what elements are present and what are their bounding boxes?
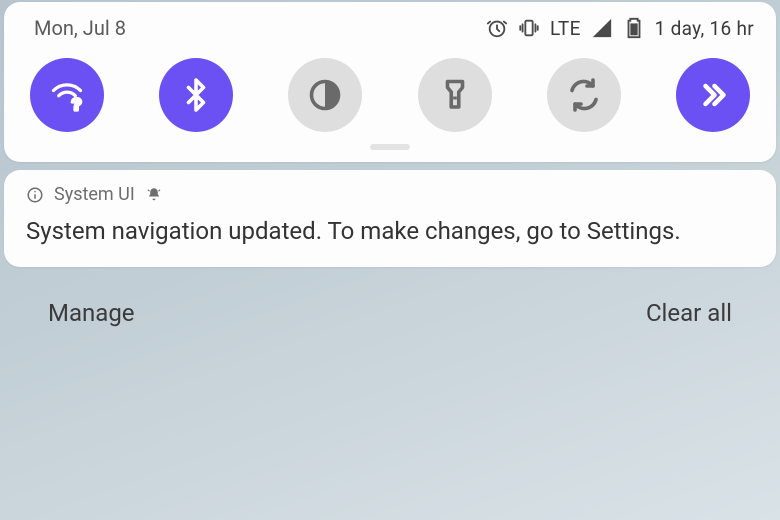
half-circle-icon — [307, 77, 343, 113]
wifi-question-icon: ? — [49, 77, 85, 113]
qs-autorotate-tile[interactable] — [547, 58, 621, 132]
battery-estimate: 1 day, 16 hr — [655, 17, 754, 40]
quick-settings-panel: Mon, Jul 8 LTE 1 day, 16 hr ? — [4, 2, 776, 162]
status-date: Mon, Jul 8 — [34, 16, 126, 40]
qs-more-tile[interactable] — [676, 58, 750, 132]
qs-wifi-tile[interactable]: ? — [30, 58, 104, 132]
status-bar: Mon, Jul 8 LTE 1 day, 16 hr — [4, 2, 776, 44]
notification-header: System UI — [26, 184, 754, 205]
quick-settings-tiles: ? — [4, 44, 776, 140]
info-icon — [26, 186, 44, 204]
notification-body: System navigation updated. To make chang… — [26, 215, 754, 247]
status-icons: LTE 1 day, 16 hr — [486, 17, 754, 40]
network-type: LTE — [550, 17, 581, 40]
bell-alert-icon — [145, 186, 163, 204]
notification-card[interactable]: System UI System navigation updated. To … — [4, 170, 776, 267]
rotate-sync-icon — [566, 77, 602, 113]
vibrate-icon — [518, 17, 540, 39]
bluetooth-icon — [178, 77, 214, 113]
clear-all-button[interactable]: Clear all — [646, 299, 732, 327]
cellular-signal-icon — [591, 17, 613, 39]
qs-dark-theme-tile[interactable] — [288, 58, 362, 132]
chevrons-right-icon — [695, 77, 731, 113]
manage-button[interactable]: Manage — [48, 299, 135, 327]
panel-drag-handle[interactable] — [370, 144, 410, 150]
qs-bluetooth-tile[interactable] — [159, 58, 233, 132]
panel-drag-handle-row — [4, 140, 776, 162]
notification-app-name: System UI — [54, 184, 135, 205]
svg-text:?: ? — [72, 96, 82, 113]
alarm-icon — [486, 17, 508, 39]
qs-flashlight-tile[interactable] — [418, 58, 492, 132]
flashlight-icon — [437, 77, 473, 113]
notification-shade-footer: Manage Clear all — [4, 275, 776, 327]
battery-icon — [623, 17, 645, 39]
